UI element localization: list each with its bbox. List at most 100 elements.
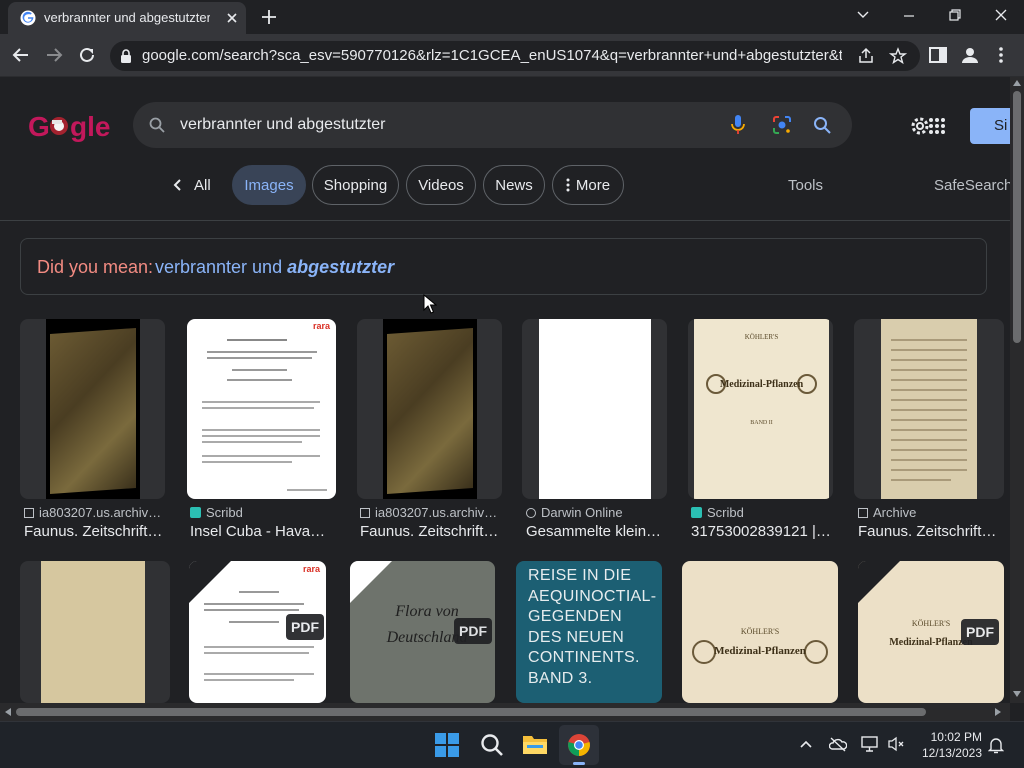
onedrive-offline-icon[interactable] <box>829 736 847 752</box>
address-bar[interactable]: google.com/search?sca_esv=590770126&rlz=… <box>110 41 920 71</box>
chip-images[interactable]: Images <box>232 165 306 205</box>
network-icon[interactable] <box>861 736 879 752</box>
chevron-left-icon <box>173 179 181 191</box>
minimize-icon[interactable] <box>902 9 916 23</box>
apps-grid-icon[interactable] <box>928 117 946 135</box>
image-result-2[interactable]: rara <box>187 319 336 499</box>
image-result-11[interactable]: KÖHLER'S Medizinal-Pflanzen <box>682 561 838 703</box>
did-you-mean-prefix: Did you mean: <box>37 257 154 277</box>
new-tab-icon[interactable] <box>261 9 277 25</box>
result-source-2[interactable]: Scribd <box>190 505 335 520</box>
horizontal-scroll-thumb[interactable] <box>16 708 926 716</box>
page-fold <box>350 561 392 603</box>
scroll-right-arrow-icon[interactable] <box>995 708 1001 716</box>
image-result-6[interactable] <box>854 319 1004 499</box>
chip-news[interactable]: News <box>483 165 545 205</box>
tools-button[interactable]: Tools <box>788 177 823 194</box>
cover-title: KÖHLER'S <box>744 333 779 341</box>
result-source-6[interactable]: Archive <box>858 505 998 520</box>
mouse-cursor-icon <box>423 294 437 314</box>
forward-arrow-icon[interactable] <box>45 47 63 63</box>
lens-search-icon[interactable] <box>772 115 792 135</box>
globe-icon <box>526 508 536 518</box>
cover-subtitle: Medizinal-Pflanzen <box>719 379 804 390</box>
tab-search-chevron-icon[interactable] <box>856 10 870 20</box>
image-result-4[interactable] <box>522 319 667 499</box>
share-icon[interactable] <box>857 47 875 65</box>
search-input[interactable]: verbrannter und abgestutzter <box>180 116 385 134</box>
clock-date[interactable]: 12/13/2023 <box>912 746 982 760</box>
side-panel-icon[interactable] <box>929 47 947 63</box>
safesearch-button[interactable]: SafeSearch <box>934 177 1012 194</box>
chip-more[interactable]: More <box>552 165 624 205</box>
image-result-12[interactable]: KÖHLER'S Medizinal-Pflanzen PDF <box>858 561 1004 703</box>
file-explorer-icon[interactable] <box>522 733 548 755</box>
chrome-taskbar-button[interactable] <box>559 725 599 765</box>
image-thumbnail <box>46 319 140 499</box>
archive-icon <box>858 508 868 518</box>
scroll-left-arrow-icon[interactable] <box>5 708 11 716</box>
image-result-5[interactable]: KÖHLER'S Medizinal-Pflanzen BAND II <box>688 319 833 499</box>
image-result-8[interactable]: rara PDF <box>189 561 326 703</box>
browser-tab[interactable]: verbrannter und abgestutzter - Google Se… <box>8 2 246 34</box>
pdf-badge: PDF <box>454 618 492 644</box>
page-fold <box>189 561 231 603</box>
windows-start-icon[interactable] <box>435 733 459 757</box>
horizontal-scrollbar[interactable] <box>0 703 1010 721</box>
result-title-1[interactable]: Faunus. Zeitschrift ... <box>24 523 164 540</box>
chip-videos[interactable]: Videos <box>406 165 476 205</box>
volume-muted-icon[interactable] <box>887 736 905 752</box>
back-arrow-icon[interactable] <box>12 47 30 63</box>
tab-title: verbrannter und abgestutzter - Google Se… <box>44 10 210 25</box>
voice-search-icon[interactable] <box>730 114 746 136</box>
result-source-5[interactable]: Scribd <box>691 505 831 520</box>
chip-more-label: More <box>575 176 611 194</box>
result-title-2[interactable]: Insel Cuba - Havann... <box>190 523 330 540</box>
result-title-5[interactable]: 31753002839121 | ... <box>691 523 831 540</box>
google-logo-icon: G gle <box>28 111 110 142</box>
close-window-icon[interactable] <box>994 8 1008 22</box>
scroll-manuscript-image <box>50 327 136 495</box>
search-box[interactable]: verbrannter und abgestutzter <box>133 102 852 148</box>
filter-all-link[interactable]: All <box>172 165 211 205</box>
result-title-6[interactable]: Faunus. Zeitschrift f... <box>858 523 998 540</box>
vertical-scroll-thumb[interactable] <box>1013 91 1021 343</box>
image-result-1[interactable] <box>20 319 165 499</box>
search-icon <box>149 117 165 133</box>
result-title-3[interactable]: Faunus. Zeitschrift ... <box>360 523 500 540</box>
image-result-7[interactable] <box>20 561 170 703</box>
search-submit-icon[interactable] <box>813 116 831 134</box>
taskbar-search-icon[interactable] <box>480 733 504 757</box>
image-thumbnail <box>539 319 651 499</box>
notification-bell-icon[interactable] <box>988 736 1004 754</box>
profile-icon[interactable] <box>960 45 980 65</box>
rara-logo: rara <box>313 321 331 331</box>
tray-chevron-up-icon[interactable] <box>800 740 812 748</box>
url-text: google.com/search?sca_esv=590770126&rlz=… <box>142 47 842 64</box>
scroll-down-arrow-icon[interactable] <box>1013 691 1021 697</box>
bookmark-star-icon[interactable] <box>889 47 907 65</box>
browser-menu-icon[interactable] <box>998 46 1004 64</box>
close-tab-icon[interactable] <box>226 12 238 24</box>
result-source-1[interactable]: ia803207.us.archive... <box>24 505 164 520</box>
did-you-mean-link[interactable]: verbrannter und abgestutzter <box>155 257 394 278</box>
chip-shopping[interactable]: Shopping <box>312 165 399 205</box>
page-fold <box>858 561 900 603</box>
result-source-4[interactable]: Darwin Online <box>526 505 666 520</box>
sign-in-button[interactable]: Si <box>970 108 1010 144</box>
lock-icon[interactable] <box>120 49 132 63</box>
result-title-4[interactable]: Gesammelte kleiner... <box>526 523 666 540</box>
image-thumbnail <box>383 319 477 499</box>
cover-band: BAND II <box>750 420 773 426</box>
image-result-9[interactable]: Flora von Deutschland PDF <box>350 561 495 703</box>
image-result-10[interactable]: REISE IN DIE AEQUINOCTIAL-GEGENDEN DES N… <box>516 561 662 703</box>
reload-icon[interactable] <box>78 46 96 64</box>
vertical-scrollbar[interactable] <box>1010 77 1024 703</box>
scroll-up-arrow-icon[interactable] <box>1013 80 1021 86</box>
clock-time[interactable]: 10:02 PM <box>920 730 982 744</box>
google-favicon-icon <box>20 10 36 26</box>
result-source-3[interactable]: ia803207.us.archive... <box>360 505 500 520</box>
image-result-3[interactable] <box>357 319 502 499</box>
restore-icon[interactable] <box>948 8 962 22</box>
google-doodle-logo[interactable]: G gle <box>28 108 112 144</box>
